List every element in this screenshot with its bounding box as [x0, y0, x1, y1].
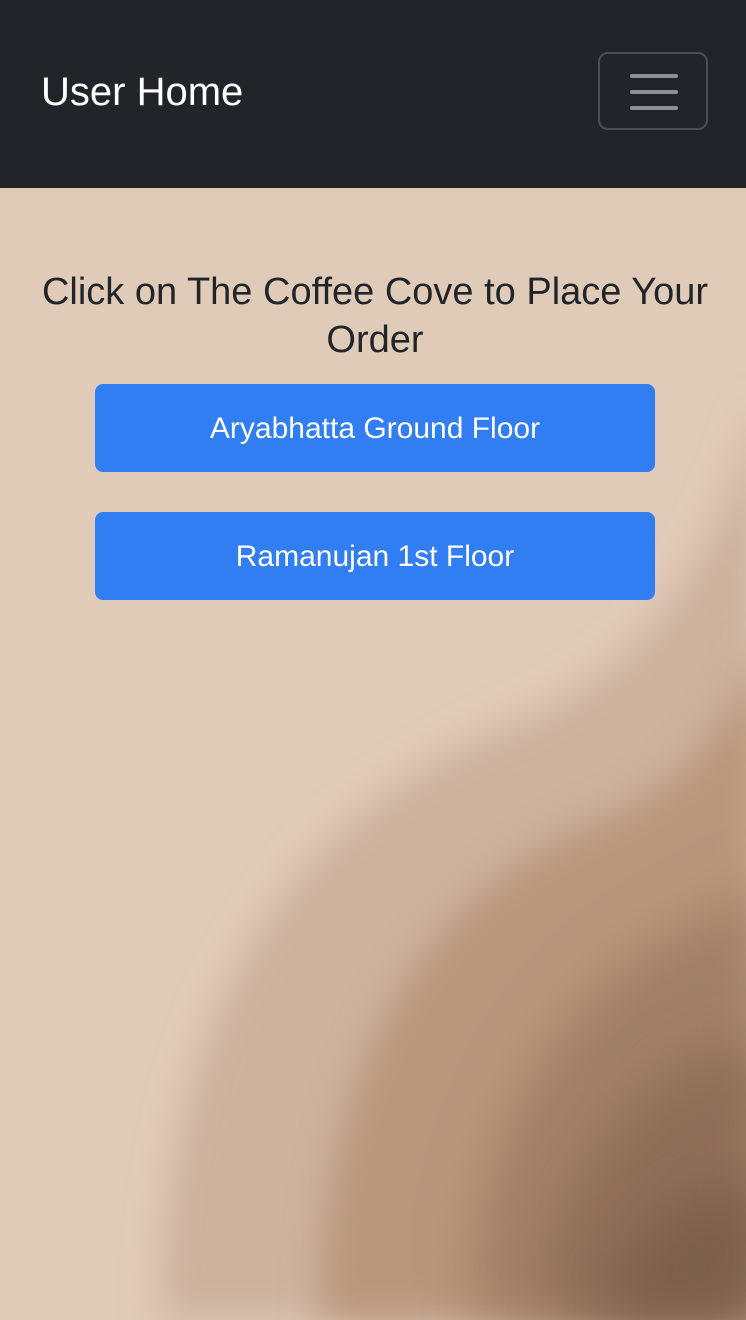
- navbar: User Home: [0, 0, 746, 188]
- aryabhatta-ground-floor-button[interactable]: Aryabhatta Ground Floor: [95, 384, 655, 472]
- hamburger-menu-icon: [630, 74, 678, 110]
- ramanujan-1st-floor-button[interactable]: Ramanujan 1st Floor: [95, 512, 655, 600]
- navbar-brand[interactable]: User Home: [41, 68, 243, 116]
- page-heading: Click on The Coffee Cove to Place Your O…: [41, 271, 709, 361]
- navbar-toggler-button[interactable]: [598, 52, 708, 130]
- coffee-swirl-background: [0, 0, 746, 1320]
